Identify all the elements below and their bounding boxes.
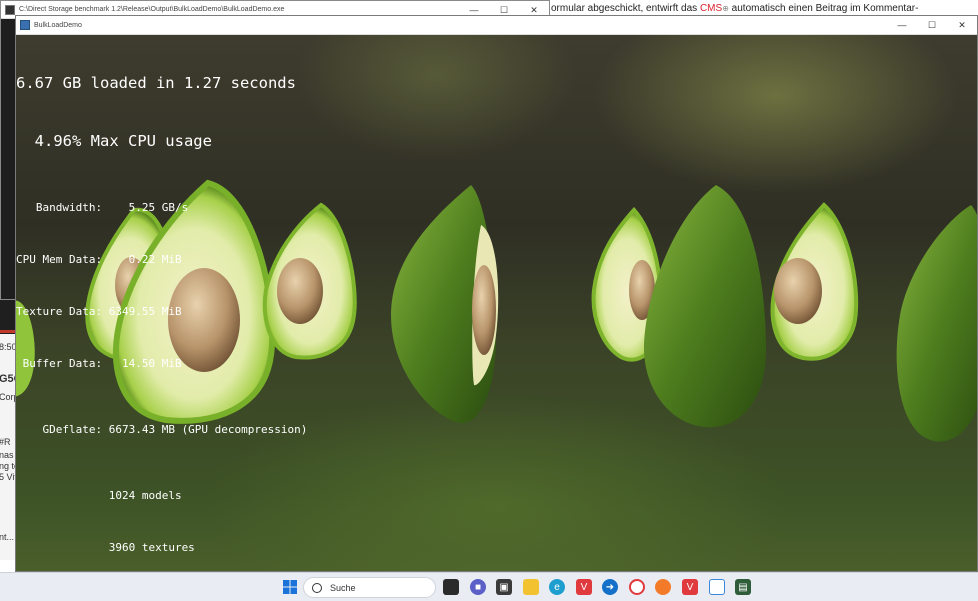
taskbar: Suche ■ ▣ e V ➜ V ▤	[0, 572, 978, 601]
task-view-icon[interactable]	[443, 579, 459, 595]
windows-start-icon[interactable]	[282, 579, 298, 595]
bandwidth: Bandwidth: 5.25 GB/s	[16, 201, 189, 214]
avocado-half	[770, 202, 859, 361]
gdeflate-stat: GDeflate: 6673.43 MB (GPU decompression)	[16, 423, 308, 436]
app-title: BulkLoadDemo	[34, 21, 82, 29]
behind-window-title: C:\Direct Storage benchmark 1.2\Release\…	[19, 6, 285, 13]
cpu-usage: 4.96% Max CPU usage	[16, 132, 212, 150]
close-button[interactable]: ✕	[947, 17, 977, 33]
bg-fragment: nt...	[0, 532, 15, 542]
models-count: 1024 models	[16, 489, 182, 502]
load-summary: 6.67 GB loaded in 1.27 seconds	[16, 74, 296, 92]
firefox-icon[interactable]	[655, 579, 671, 595]
file-explorer-icon[interactable]	[523, 579, 539, 595]
snipping-tool-icon[interactable]	[709, 579, 725, 595]
textures-count: 3960 textures	[16, 541, 195, 554]
vivaldi-snapshot-icon[interactable]: V	[682, 579, 698, 595]
bg-fragment: #R	[0, 437, 11, 447]
store-icon[interactable]: ▣	[496, 579, 512, 595]
avocado-whole	[896, 205, 977, 442]
search-icon	[312, 582, 322, 593]
benchmark-stats-overlay: 6.67 GB loaded in 1.27 seconds 4.96% Max…	[16, 35, 308, 571]
background-left-sidebar: 8:50 G5C Corp #R nas n ng to 5 Vits nt..…	[0, 300, 16, 560]
remote-desktop-icon[interactable]: ➜	[602, 579, 618, 595]
app-icon	[20, 20, 30, 30]
bg-fragment: G5C	[0, 373, 16, 385]
background-article-text: ormular abgeschickt, entwirft das CMS⊕ a…	[551, 3, 919, 14]
buffer-data: Buffer Data: 14.50 MiB	[16, 357, 182, 370]
avocado-whole	[391, 185, 499, 424]
opera-icon[interactable]	[629, 579, 645, 595]
console-app-icon	[5, 4, 15, 15]
minimize-button[interactable]: —	[887, 17, 917, 33]
bg-fragment: 5 Vits	[0, 472, 16, 482]
vivaldi-icon[interactable]: V	[576, 579, 592, 595]
search-label: Suche	[330, 582, 356, 593]
taskbar-search-box[interactable]: Suche	[303, 577, 436, 598]
bulkloaddemo-window[interactable]: BulkLoadDemo — ☐ ✕ 6.67 GB loaded in 1.2…	[15, 15, 978, 572]
edge-icon[interactable]: e	[549, 579, 565, 595]
app-titlebar[interactable]: BulkLoadDemo — ☐ ✕	[16, 16, 977, 35]
cms-link[interactable]: CMS	[700, 3, 722, 14]
teams-icon[interactable]: ■	[470, 579, 486, 595]
bg-fragment: ng to	[0, 461, 16, 471]
bg-fragment: 8:50	[0, 342, 16, 352]
maximize-button[interactable]: ☐	[917, 17, 947, 33]
terminal-icon[interactable]: ▤	[735, 579, 751, 595]
avocado-whole	[643, 185, 766, 428]
cpu-mem-data: CPU Mem Data: 0.22 MiB	[16, 253, 182, 266]
bg-fragment: Corp	[0, 392, 16, 402]
bg-fragment: nas n	[0, 450, 16, 460]
texture-data: Texture Data: 6349.55 MiB	[16, 305, 182, 318]
